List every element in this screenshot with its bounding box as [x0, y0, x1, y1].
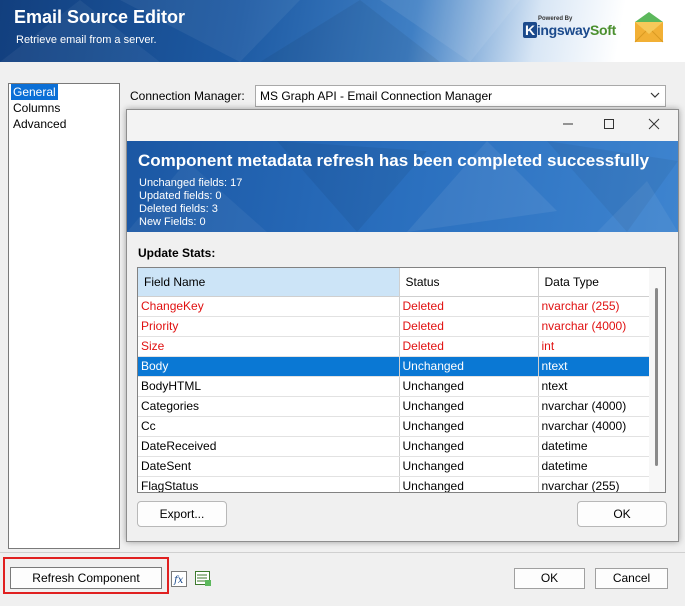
connection-manager-value: MS Graph API - Email Connection Manager [260, 89, 493, 103]
cell-status: Unchanged [399, 396, 539, 417]
export-button[interactable]: Export... [137, 501, 227, 527]
minimize-icon[interactable] [560, 116, 576, 132]
table-row[interactable]: Size Deleted int [138, 336, 651, 357]
stat-deleted: Deleted fields: 3 [139, 203, 218, 215]
cell-status: Deleted [399, 296, 539, 317]
cell-field-name: FlagStatus [138, 476, 400, 492]
column-list-icon[interactable] [195, 571, 212, 587]
column-header-field-name[interactable]: Field Name [138, 268, 400, 297]
cell-status: Unchanged [399, 376, 539, 397]
cell-field-name: Body [138, 356, 400, 377]
footer-divider [0, 552, 685, 553]
connection-manager-label: Connection Manager: [130, 89, 245, 103]
nav-item-advanced[interactable]: Advanced [9, 116, 119, 132]
chevron-down-icon [650, 92, 660, 98]
cell-field-name: ChangeKey [138, 296, 400, 317]
table-row[interactable]: ChangeKey Deleted nvarchar (255) [138, 296, 651, 317]
refresh-component-button[interactable]: Refresh Component [10, 567, 162, 589]
editor-subtitle: Retrieve email from a server. [16, 34, 157, 46]
table-row-selected[interactable]: Body Unchanged ntext [138, 356, 651, 377]
maximize-icon[interactable] [601, 116, 617, 132]
dialog-ok-button[interactable]: OK [577, 501, 667, 527]
cancel-button[interactable]: Cancel [595, 568, 668, 589]
cell-status: Deleted [399, 336, 539, 357]
cell-field-name: DateSent [138, 456, 400, 477]
metadata-refresh-dialog: Component metadata refresh has been comp… [126, 109, 679, 542]
table-row[interactable]: Priority Deleted nvarchar (4000) [138, 316, 651, 337]
settings-nav-list[interactable]: General Columns Advanced [8, 83, 120, 549]
cell-data-type: ntext [538, 376, 651, 397]
cell-status: Unchanged [399, 436, 539, 457]
scrollbar-thumb[interactable] [655, 288, 658, 466]
table-row[interactable]: DateReceived Unchanged datetime [138, 436, 651, 457]
expression-fx-icon[interactable]: fx [171, 571, 187, 587]
svg-text:fx: fx [173, 575, 184, 586]
table-row[interactable]: BodyHTML Unchanged ntext [138, 376, 651, 397]
logo-wordmark: KingswaySoft [523, 22, 616, 38]
cell-data-type: nvarchar (4000) [538, 396, 651, 417]
cell-field-name: DateReceived [138, 436, 400, 457]
editor-header-banner: Email Source Editor Retrieve email from … [0, 0, 685, 62]
cell-status: Unchanged [399, 356, 539, 377]
cell-field-name: Priority [138, 316, 400, 337]
editor-title: Email Source Editor [14, 7, 186, 27]
kingswaysoft-logo: Powered By KingswaySoft [523, 16, 616, 42]
grid-header-row: Field Name Status Data Type [138, 268, 651, 297]
envelope-icon [634, 12, 664, 43]
cell-field-name: BodyHTML [138, 376, 400, 397]
cell-status: Unchanged [399, 416, 539, 437]
cell-data-type: datetime [538, 436, 651, 457]
table-row[interactable]: FlagStatus Unchanged nvarchar (255) [138, 476, 651, 492]
connection-manager-select[interactable]: MS Graph API - Email Connection Manager [255, 85, 666, 107]
close-icon[interactable] [646, 116, 662, 132]
cell-field-name: Size [138, 336, 400, 357]
cell-data-type: datetime [538, 456, 651, 477]
column-header-data-type[interactable]: Data Type [538, 268, 651, 297]
cell-field-name: Categories [138, 396, 400, 417]
stat-new: New Fields: 0 [139, 216, 206, 228]
cell-field-name: Cc [138, 416, 400, 437]
stat-unchanged: Unchanged fields: 17 [139, 177, 243, 189]
cell-status: Unchanged [399, 456, 539, 477]
table-row[interactable]: Cc Unchanged nvarchar (4000) [138, 416, 651, 437]
cell-status: Deleted [399, 316, 539, 337]
cell-data-type: nvarchar (255) [538, 476, 651, 492]
cell-data-type: nvarchar (255) [538, 296, 651, 317]
cell-data-type: nvarchar (4000) [538, 416, 651, 437]
nav-item-columns[interactable]: Columns [9, 100, 119, 116]
table-row[interactable]: DateSent Unchanged datetime [138, 456, 651, 477]
stat-updated: Updated fields: 0 [139, 190, 222, 202]
table-row[interactable]: Categories Unchanged nvarchar (4000) [138, 396, 651, 417]
update-stats-label: Update Stats: [138, 246, 216, 260]
nav-item-general[interactable]: General [11, 84, 58, 100]
ok-button[interactable]: OK [514, 568, 585, 589]
refresh-heading: Component metadata refresh has been comp… [138, 151, 650, 170]
grid-vertical-scrollbar[interactable] [649, 268, 665, 492]
cell-data-type: ntext [538, 356, 651, 377]
cell-data-type: int [538, 336, 651, 357]
update-stats-grid[interactable]: Field Name Status Data Type ChangeKey De… [137, 267, 666, 493]
cell-data-type: nvarchar (4000) [538, 316, 651, 337]
refresh-result-banner: Component metadata refresh has been comp… [127, 141, 678, 232]
dialog-titlebar [127, 110, 678, 141]
cell-status: Unchanged [399, 476, 539, 492]
column-header-status[interactable]: Status [399, 268, 539, 297]
